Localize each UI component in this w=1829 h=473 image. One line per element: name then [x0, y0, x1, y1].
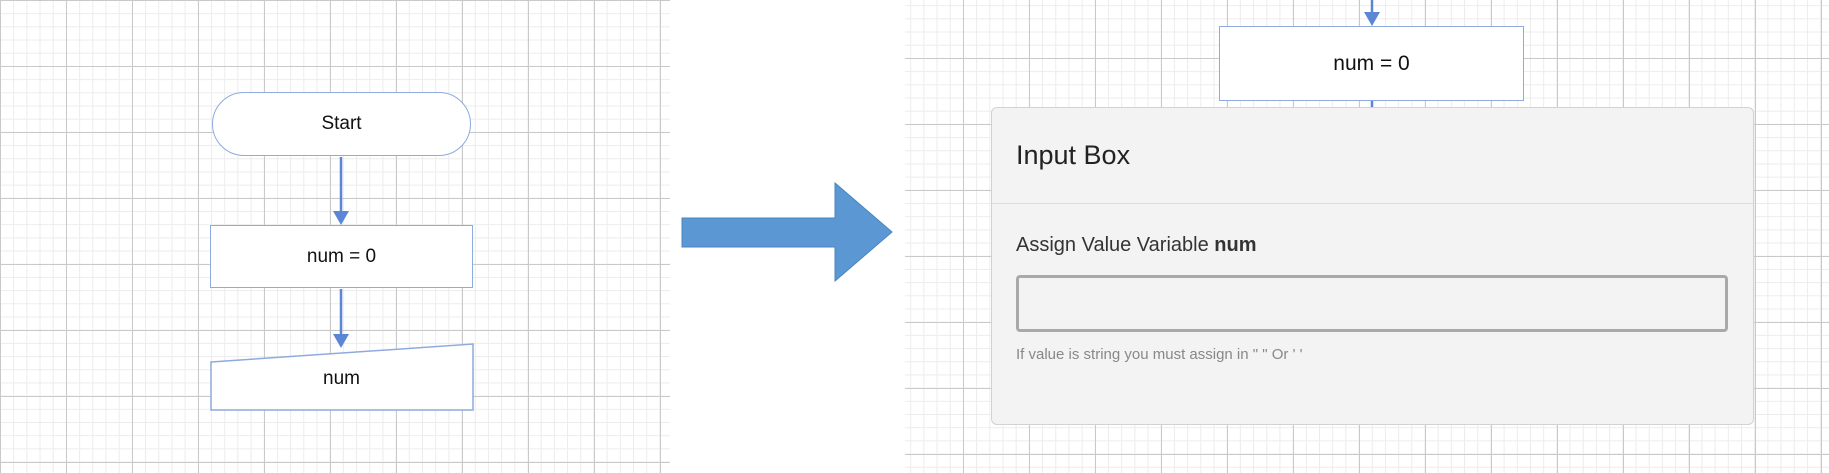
connector-arrowhead: [333, 211, 349, 225]
help-text: If value is string you must assign in " …: [1016, 346, 1303, 363]
assign-node-zoomed[interactable]: num = 0: [1219, 26, 1524, 101]
assign-node-zoomed-label: num = 0: [1333, 51, 1410, 75]
value-input[interactable]: [1016, 275, 1728, 332]
dialog-header: Input Box: [992, 108, 1753, 204]
input-node-label: num: [323, 368, 360, 389]
right-arrow-icon: [681, 181, 893, 283]
variable-name: num: [1214, 234, 1257, 256]
input-box-dialog: Input Box Assign Value Variable num If v…: [991, 107, 1754, 425]
assign-node[interactable]: num = 0: [210, 225, 473, 288]
assign-node-label: num = 0: [306, 245, 377, 267]
assign-prefix-text: Assign Value Variable: [1016, 234, 1215, 256]
assign-value-label: Assign Value Variable num: [1016, 234, 1729, 257]
dialog-title: Input Box: [1016, 140, 1131, 170]
input-node[interactable]: num: [210, 348, 473, 410]
dialog-body: Assign Value Variable num If value is st…: [992, 204, 1753, 363]
